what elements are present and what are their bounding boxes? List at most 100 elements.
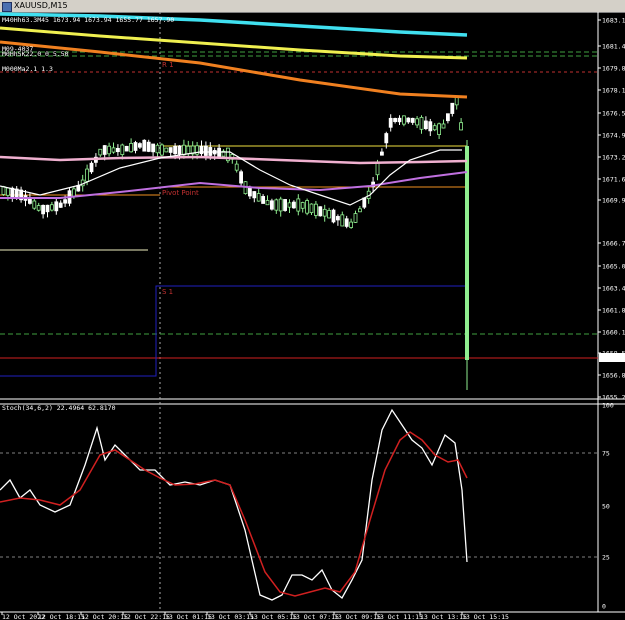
candle-body (375, 162, 380, 176)
candle-body (357, 208, 362, 213)
candle-body (6, 187, 10, 196)
chart-canvas[interactable]: R 1 Pivot Point S 1 M40Hh63.3M45 1673.94… (0, 0, 625, 620)
price-axis: 1683.15 1681.45 1679.80 1678.15 1676.50 1674.… (598, 17, 625, 402)
candle-body (58, 202, 63, 208)
candle-body (296, 198, 301, 212)
candle-body (102, 145, 107, 155)
candle-body (269, 200, 274, 210)
price-label: 1665.05 (602, 263, 625, 271)
price-label: 1673.25 (602, 154, 625, 162)
price-label: 1669.95 (602, 197, 625, 205)
time-label: 13 Oct 05:15 (250, 613, 297, 620)
candle-body (362, 197, 367, 208)
candle-body (98, 148, 103, 156)
info-line: M40Hh63.3M45 1673.94 1673.94 1655.77 165… (2, 16, 174, 24)
candle-body (89, 162, 94, 173)
candle-body (432, 125, 437, 131)
info-line: M000Ma2.1 1.3 (2, 65, 53, 73)
candle-body (129, 143, 134, 153)
price-label: 1661.80 (602, 307, 625, 315)
candle-body (173, 145, 178, 155)
candle-body (384, 133, 389, 144)
candle-body (256, 193, 261, 202)
candle-body (234, 163, 239, 171)
candle-body (120, 144, 125, 156)
candle-body (247, 187, 252, 197)
candle-body (291, 201, 296, 209)
candle-body (454, 97, 459, 106)
candle-body (107, 145, 111, 155)
candle-body (300, 202, 305, 209)
r1-label: R 1 (162, 61, 174, 69)
candle-body (168, 147, 173, 153)
candle-body (423, 120, 428, 130)
candle-body (116, 147, 120, 153)
candle-body (50, 204, 54, 211)
price-label: 1681.45 (602, 43, 625, 51)
candle-body (340, 214, 345, 227)
candle-body (54, 201, 59, 212)
candle-body (415, 118, 420, 126)
price-label: 1655.20 (602, 394, 625, 402)
stoch-level-label: 50 (602, 503, 610, 511)
candle-body (428, 121, 433, 132)
candle-body (445, 113, 450, 122)
candle-body (159, 144, 164, 156)
price-label: 1679.80 (602, 65, 625, 73)
candle-body (181, 144, 186, 156)
stoch-level-label: 25 (602, 554, 610, 562)
price-label: 1660.15 (602, 329, 625, 337)
candle-body (313, 203, 318, 216)
time-label: 12 Oct 20:15 (81, 613, 128, 620)
s1-line (0, 285, 467, 377)
candle-body (283, 199, 288, 211)
price-label: 1656.85 (602, 372, 625, 380)
time-label: 13 Oct 15:15 (462, 613, 509, 620)
ma-pink-line (0, 155, 468, 165)
candle-body (203, 145, 208, 156)
candle-body (309, 203, 314, 214)
candle-body (388, 117, 393, 128)
candle-body (353, 213, 358, 223)
candle-body (327, 210, 332, 219)
candle-body (393, 118, 398, 122)
candle-body (379, 151, 384, 156)
stoch-axis: 100 75 50 25 0 (602, 402, 614, 611)
price-label: 1676.50 (602, 110, 625, 118)
candle-body (27, 198, 32, 204)
price-label: 1671.60 (602, 176, 625, 184)
candle-body (261, 196, 266, 204)
time-label: 13 Oct 03:15 (207, 613, 254, 620)
candle-body (419, 116, 424, 130)
stoch-main-line (0, 408, 468, 601)
candle-body (239, 171, 244, 184)
candle-body (344, 218, 349, 227)
candle-body (142, 139, 147, 152)
candle-body (305, 200, 310, 214)
candle-body (85, 168, 89, 182)
candle-body (406, 117, 411, 123)
candle-body (164, 147, 169, 153)
time-label: 12 Oct 18:15 (38, 613, 85, 620)
time-label: 13 Oct 11:15 (376, 613, 423, 620)
candle-body (146, 141, 151, 152)
candle-body (437, 123, 442, 136)
candlestick-series (1, 97, 469, 390)
price-label: 1663.40 (602, 285, 625, 293)
candle-body (397, 117, 402, 123)
candle-body (217, 147, 222, 159)
s1-label: S 1 (162, 288, 173, 296)
candle-body (322, 208, 327, 217)
candle-body (450, 102, 455, 114)
candle-body (32, 200, 37, 209)
time-label: 12 Oct 22:15 (123, 613, 170, 620)
candle-body (186, 145, 191, 155)
candle-body (63, 199, 67, 204)
stoch-title: Stoch(34,6,2) 22.4964 62.8170 (2, 404, 116, 412)
candle-body (459, 122, 464, 131)
candle-body (441, 123, 446, 129)
ma-orange-line (0, 40, 468, 99)
candle-body (41, 204, 45, 215)
candle-body (274, 199, 279, 211)
candle-body (287, 202, 292, 208)
